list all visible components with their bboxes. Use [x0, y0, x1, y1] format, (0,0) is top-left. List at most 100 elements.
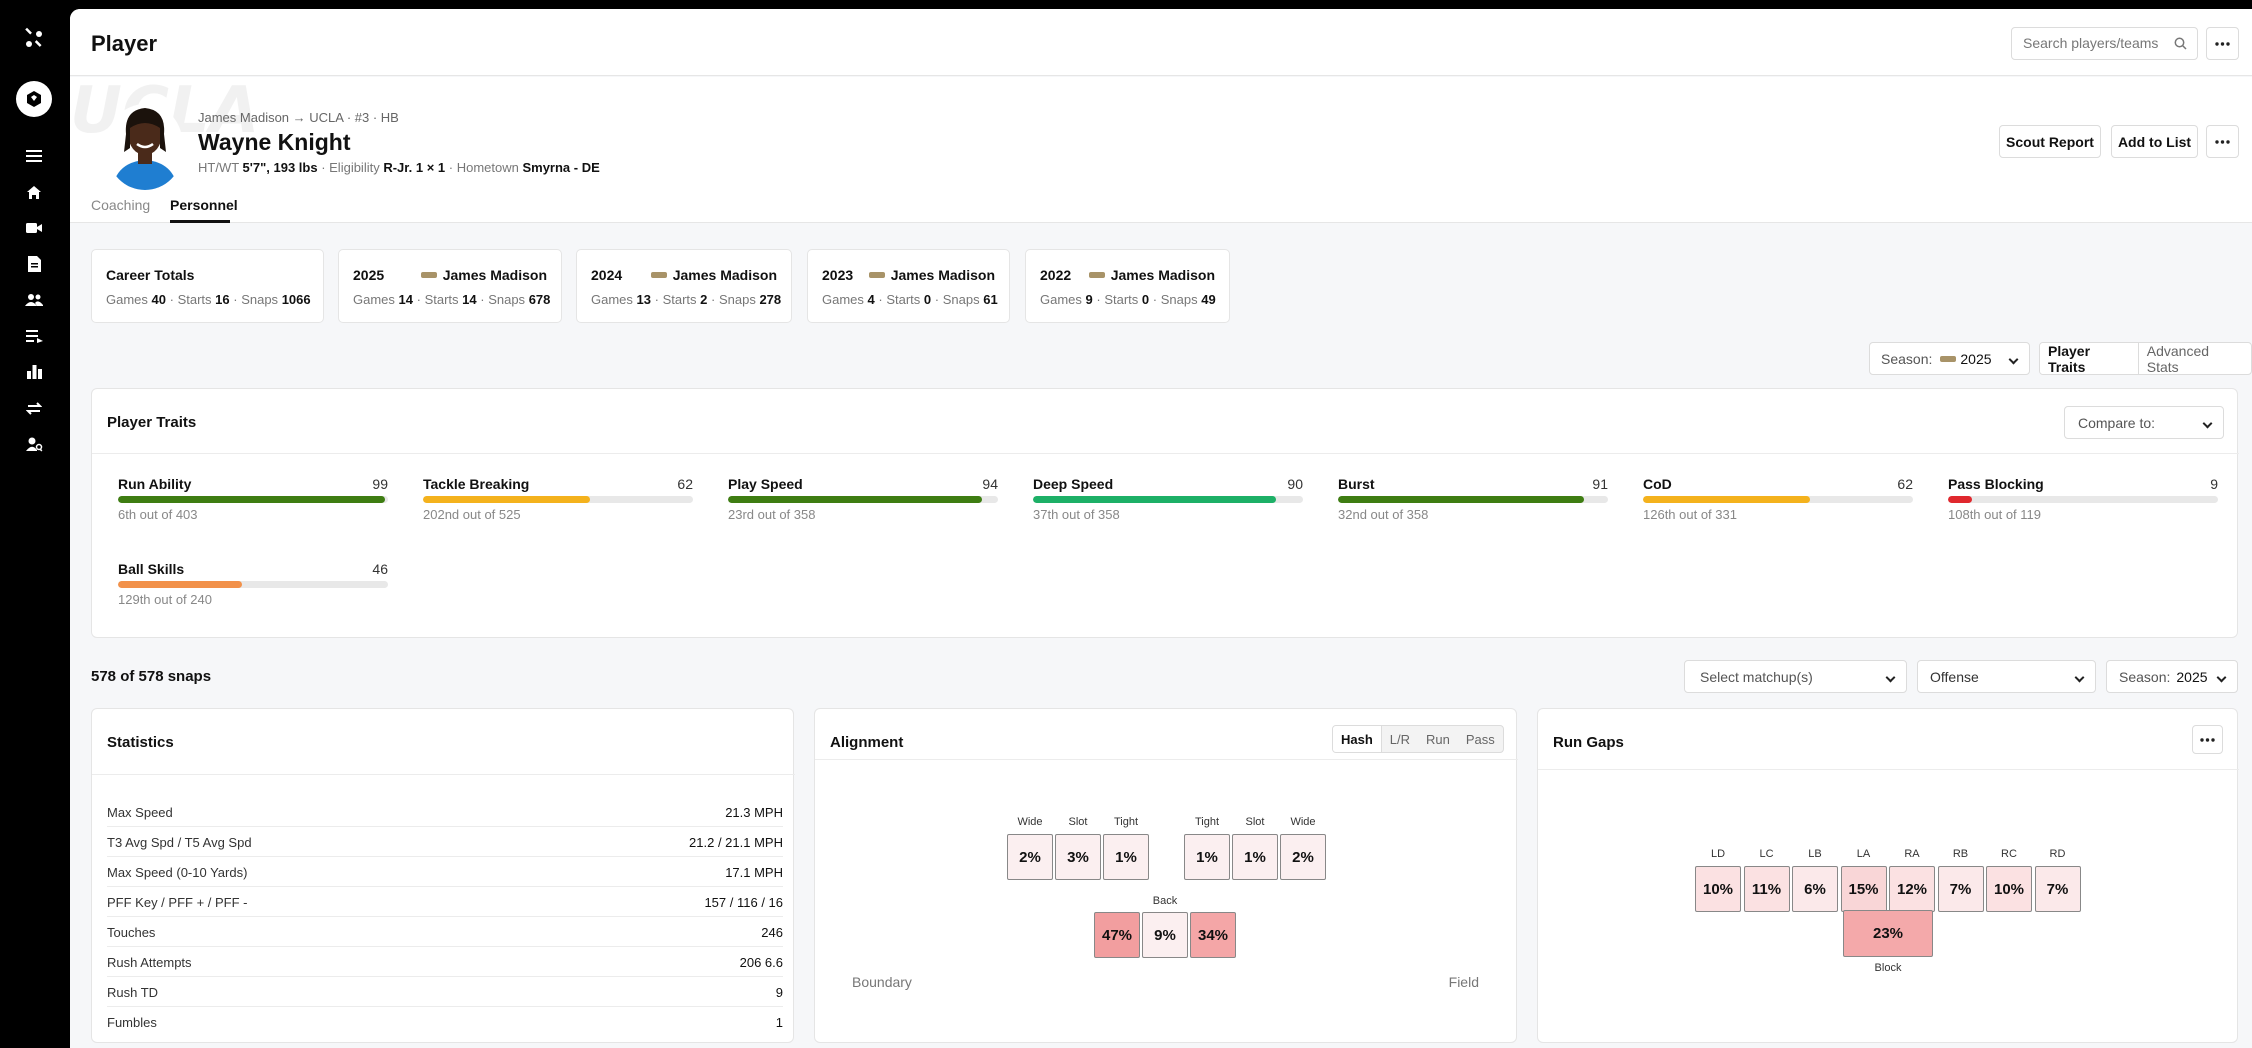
bar-chart-icon[interactable]: [20, 360, 48, 384]
ht-wt-value: 5'7", 193 lbs: [242, 160, 318, 175]
card-title: 2025: [353, 267, 385, 283]
stat-value: 246: [761, 925, 783, 940]
more-icon: [2215, 41, 2230, 46]
stat-row: Touches 246: [107, 917, 783, 947]
trait-bar: [1643, 496, 1913, 503]
search-box[interactable]: [2011, 27, 2198, 60]
playlist-icon[interactable]: [20, 324, 48, 348]
alignment-label: Tight: [1194, 816, 1220, 828]
users-icon[interactable]: [20, 288, 48, 312]
stat-label: PFF Key / PFF + / PFF -: [107, 895, 248, 910]
search-input[interactable]: [2023, 35, 2173, 51]
chevron-down-icon: [2202, 418, 2213, 429]
trait-value: 91: [1592, 476, 1608, 492]
top-bar: [0, 0, 2252, 9]
page-title: Player: [91, 31, 158, 56]
back-cell: 34%: [1190, 912, 1236, 958]
season-card-2022[interactable]: 2022 James Madison Games 9 · Starts 0 · …: [1025, 249, 1230, 323]
stat-value: 206 6.6: [739, 955, 783, 970]
menu-icon[interactable]: [20, 144, 48, 168]
trait-bar-fill: [118, 581, 243, 588]
season-card-2023[interactable]: 2023 James Madison Games 4 · Starts 0 · …: [807, 249, 1010, 323]
hash-toggle[interactable]: Hash: [1333, 726, 1382, 752]
trait-value: 99: [372, 476, 388, 492]
alignment-cell: 1%: [1103, 834, 1149, 880]
trait-bar-fill: [118, 496, 386, 503]
trait-name: Tackle Breaking: [423, 476, 530, 492]
lr-toggle[interactable]: L/R: [1382, 726, 1418, 752]
alignment-toggle[interactable]: Hash L/R Run Pass: [1332, 725, 1504, 753]
trait-name: CoD: [1643, 476, 1672, 492]
header-more-button[interactable]: [2206, 27, 2239, 60]
alignment-label: Tight: [1113, 816, 1139, 828]
trait-value: 62: [1897, 476, 1913, 492]
player-info: HT/WT 5'7", 193 lbs · Eligibility R-Jr. …: [198, 160, 600, 175]
matchup-placeholder: Select matchup(s): [1700, 668, 1813, 685]
trait-value: 90: [1287, 476, 1303, 492]
app-switcher-icon[interactable]: [16, 81, 52, 117]
season-card-2025[interactable]: 2025 James Madison Games 14 · Starts 14 …: [338, 249, 562, 323]
hometown-value: Smyrna - DE: [522, 160, 600, 175]
alignment-cell: 2%: [1280, 834, 1326, 880]
advanced-stats-toggle[interactable]: Advanced Stats: [2139, 343, 2251, 374]
main-area: Player UCLA James Madison → UCLA ·: [70, 9, 2252, 1048]
trait-bar-fill: [423, 496, 591, 503]
trait-bar-fill: [1033, 496, 1276, 503]
chevron-down-icon: [2216, 672, 2227, 683]
pass-toggle[interactable]: Pass: [1458, 726, 1503, 752]
season-card-2024[interactable]: 2024 James Madison Games 13 · Starts 2 ·…: [576, 249, 792, 323]
add-to-list-button[interactable]: Add to List: [2111, 125, 2198, 158]
user-search-icon[interactable]: [20, 432, 48, 456]
player-traits-panel: Player Traits Compare to: Run Ability 99 6…: [91, 388, 2239, 638]
scout-report-button[interactable]: Scout Report: [1999, 125, 2101, 158]
run-toggle[interactable]: Run: [1418, 726, 1458, 752]
tab-personnel[interactable]: Personnel: [170, 197, 238, 213]
player-name: Wayne Knight: [198, 129, 351, 155]
trait-rank: 202nd out of 525: [423, 507, 521, 522]
season-value: 2025: [1960, 350, 1992, 367]
profile-more-button[interactable]: [2206, 125, 2239, 158]
team-logo-icon: [868, 272, 885, 278]
player-traits-toggle[interactable]: Player Traits: [2040, 343, 2139, 374]
alignment-cell: 3%: [1055, 834, 1101, 880]
boundary-label: Boundary: [852, 974, 912, 990]
team-logo-icon: [1088, 272, 1105, 278]
stat-row: T3 Avg Spd / T5 Avg Spd 21.2 / 21.1 MPH: [107, 827, 783, 857]
stat-row: Fumbles 1: [107, 1007, 783, 1037]
trait-bar: [1948, 496, 2218, 503]
trait-bar: [1033, 496, 1303, 503]
home-icon[interactable]: [20, 180, 48, 204]
pff-logo-icon[interactable]: [20, 27, 48, 51]
trait-rank: 6th out of 403: [118, 507, 198, 522]
season-select[interactable]: Season: 2025: [1869, 342, 2030, 375]
back-cell: 9%: [1142, 912, 1188, 958]
gap-label: RD: [2049, 848, 2066, 860]
transfer-icon[interactable]: [20, 396, 48, 420]
career-totals-card[interactable]: Career Totals Games 40 · Starts 16 · Sna…: [91, 249, 324, 323]
gap-label: LD: [1710, 848, 1726, 860]
trait-rank: 23rd out of 358: [728, 507, 816, 522]
stat-value: 1: [775, 1015, 783, 1030]
video-icon[interactable]: [20, 216, 48, 240]
trait-value: 9: [2210, 476, 2218, 492]
stat-label: Touches: [107, 925, 156, 940]
compare-placeholder: Compare to:: [2078, 414, 2156, 431]
document-icon[interactable]: [20, 252, 48, 276]
matchup-select[interactable]: Select matchup(s): [1684, 660, 1907, 693]
gap-cell: 10%: [1695, 866, 1741, 912]
gap-label: LB: [1808, 848, 1822, 860]
compare-select[interactable]: Compare to:: [2064, 406, 2224, 439]
panel-title: Player Traits: [107, 414, 197, 431]
tab-coaching[interactable]: Coaching: [91, 197, 150, 213]
alignment-label: Slot: [1068, 816, 1088, 828]
run-gaps-more-button[interactable]: [2192, 725, 2223, 754]
more-icon: [2200, 737, 2215, 742]
team-logo-icon: [1940, 355, 1957, 362]
team-logo-icon: [650, 272, 667, 278]
alignment-label: Wide: [1290, 816, 1316, 828]
side-select[interactable]: Offense: [1917, 660, 2096, 693]
field-label: Field: [1448, 974, 1479, 990]
snaps-season-select[interactable]: Season: 2025: [2106, 660, 2238, 693]
view-toggle[interactable]: Player Traits Advanced Stats: [2039, 342, 2252, 375]
gap-cell: 12%: [1889, 866, 1935, 912]
